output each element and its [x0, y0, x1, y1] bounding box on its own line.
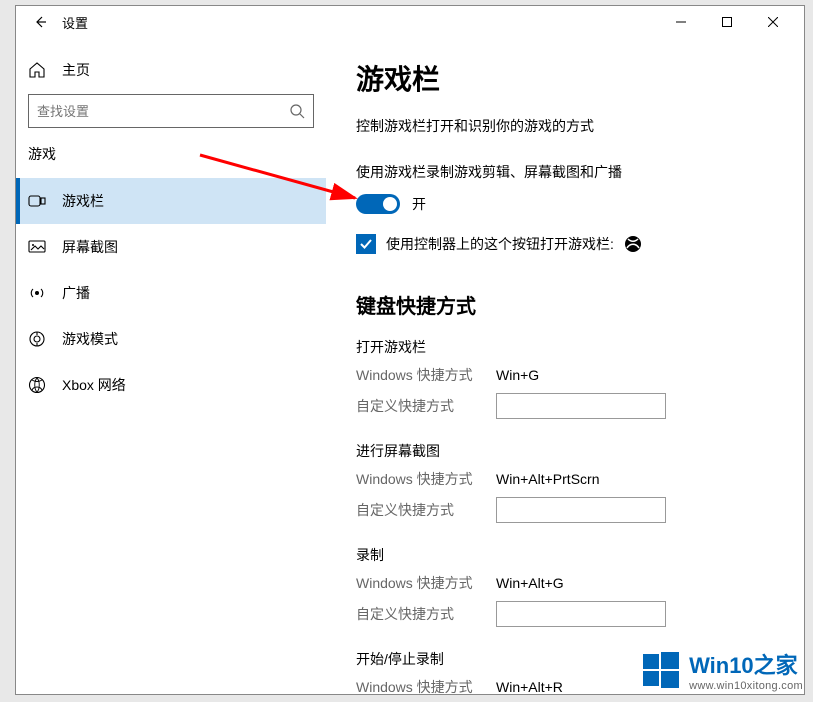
minimize-icon: [676, 17, 686, 27]
xbox-logo-icon: [624, 235, 642, 253]
arrow-left-icon: [32, 14, 48, 30]
watermark-title: Win10之家: [689, 648, 803, 680]
sidebar-item-game-bar[interactable]: 游戏栏: [16, 178, 326, 224]
back-button[interactable]: [24, 6, 56, 38]
sidebar-item-game-mode[interactable]: 游戏模式: [16, 316, 326, 362]
custom-shortcut-input[interactable]: [496, 601, 666, 627]
shortcut-name: 进行屏幕截图: [356, 441, 776, 461]
sidebar-item-screenshot[interactable]: 屏幕截图: [16, 224, 326, 270]
main-panel: 游戏栏 控制游戏栏打开和识别你的游戏的方式 使用游戏栏录制游戏剪辑、屏幕截图和广…: [326, 38, 804, 694]
toggle-knob: [383, 197, 397, 211]
toggle-row: 开: [356, 194, 776, 214]
toggle-label: 使用游戏栏录制游戏剪辑、屏幕截图和广播: [356, 162, 776, 182]
sidebar-item-label: 屏幕截图: [62, 237, 118, 257]
shortcut-group-open-game-bar: 打开游戏栏 Windows 快捷方式 Win+G 自定义快捷方式: [356, 337, 776, 419]
maximize-button[interactable]: [704, 6, 750, 38]
section-title: 键盘快捷方式: [356, 290, 776, 319]
shortcut-value: Win+Alt+R: [496, 679, 563, 694]
custom-shortcut-label: 自定义快捷方式: [356, 604, 496, 624]
xbox-icon: [28, 376, 46, 394]
game-bar-icon: [28, 192, 46, 210]
shortcut-value: Win+Alt+G: [496, 575, 564, 591]
custom-shortcut-input[interactable]: [496, 393, 666, 419]
page-description: 控制游戏栏打开和识别你的游戏的方式: [356, 116, 776, 136]
content: 主页 游戏 游戏栏 屏幕截图 广播: [16, 38, 804, 694]
watermark-url: www.win10xitong.com: [689, 680, 803, 692]
broadcast-icon: [28, 284, 46, 302]
sidebar-item-label: 游戏模式: [62, 329, 118, 349]
sidebar: 主页 游戏 游戏栏 屏幕截图 广播: [16, 38, 326, 694]
custom-shortcut-input[interactable]: [496, 497, 666, 523]
shortcut-value: Win+G: [496, 367, 539, 383]
home-link[interactable]: 主页: [16, 60, 326, 94]
custom-shortcut-label: 自定义快捷方式: [356, 396, 496, 416]
maximize-icon: [722, 17, 732, 27]
custom-shortcut-label: 自定义快捷方式: [356, 500, 496, 520]
close-icon: [768, 17, 778, 27]
sidebar-item-label: Xbox 网络: [62, 375, 126, 395]
game-bar-toggle[interactable]: [356, 194, 400, 214]
home-icon: [28, 61, 46, 79]
window-title: 设置: [62, 13, 88, 32]
screenshot-icon: [28, 238, 46, 256]
minimize-button[interactable]: [658, 6, 704, 38]
section-label: 游戏: [16, 144, 326, 178]
titlebar: 设置: [16, 6, 804, 38]
checkbox-row: 使用控制器上的这个按钮打开游戏栏:: [356, 234, 776, 254]
page-title: 游戏栏: [356, 58, 776, 98]
shortcut-name: 打开游戏栏: [356, 337, 776, 357]
settings-window: 设置 主页 游戏 游戏栏: [15, 5, 805, 695]
close-button[interactable]: [750, 6, 796, 38]
watermark: Win10之家 www.win10xitong.com: [641, 648, 803, 692]
sidebar-item-label: 广播: [62, 283, 90, 303]
windows-shortcut-label: Windows 快捷方式: [356, 573, 496, 593]
check-icon: [359, 237, 373, 251]
checkbox-label: 使用控制器上的这个按钮打开游戏栏:: [386, 234, 614, 254]
shortcut-name: 录制: [356, 545, 776, 565]
search-box[interactable]: [28, 94, 314, 128]
shortcut-group-screenshot: 进行屏幕截图 Windows 快捷方式 Win+Alt+PrtScrn 自定义快…: [356, 441, 776, 523]
window-controls: [658, 6, 796, 38]
game-mode-icon: [28, 330, 46, 348]
search-wrap: [16, 94, 326, 144]
sidebar-item-xbox-network[interactable]: Xbox 网络: [16, 362, 326, 408]
shortcut-group-record: 录制 Windows 快捷方式 Win+Alt+G 自定义快捷方式: [356, 545, 776, 627]
toggle-state: 开: [412, 194, 426, 214]
windows-shortcut-label: Windows 快捷方式: [356, 365, 496, 385]
windows-shortcut-label: Windows 快捷方式: [356, 677, 496, 694]
home-label: 主页: [62, 60, 90, 80]
windows-shortcut-label: Windows 快捷方式: [356, 469, 496, 489]
controller-checkbox[interactable]: [356, 234, 376, 254]
search-input[interactable]: [37, 104, 289, 119]
shortcut-value: Win+Alt+PrtScrn: [496, 471, 599, 487]
sidebar-item-broadcast[interactable]: 广播: [16, 270, 326, 316]
search-icon: [289, 103, 305, 119]
sidebar-item-label: 游戏栏: [62, 191, 104, 211]
windows-logo-icon: [641, 650, 681, 690]
